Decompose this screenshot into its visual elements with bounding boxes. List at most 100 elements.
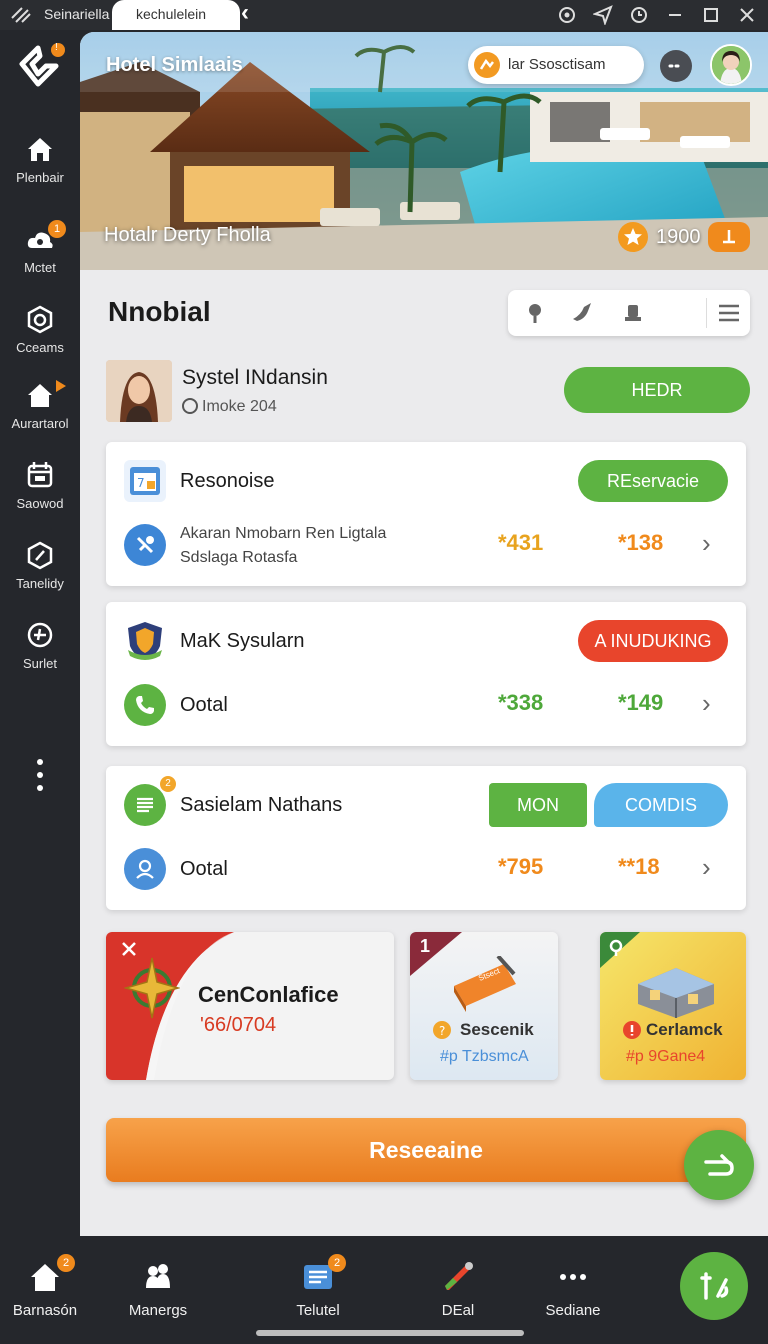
nav-label: DEal: [441, 1302, 475, 1319]
calendar-icon: [27, 462, 53, 488]
card-value-1: *431: [498, 530, 544, 555]
house-icon: [28, 384, 52, 407]
tool-icon: [124, 524, 166, 566]
nav-label: Sediane: [545, 1302, 601, 1319]
user-icon: [124, 848, 166, 890]
camera-icon: [27, 305, 53, 334]
logo-badge: !: [55, 42, 58, 53]
reservacie-button[interactable]: REservacie: [578, 460, 728, 502]
promo-title: CenConlafice: [198, 982, 339, 1007]
bottom-nav: 2 Barnasón Manergs 2 Telutel DEal Sedian…: [0, 1236, 768, 1344]
share-fab[interactable]: [684, 1130, 754, 1200]
chat-icon[interactable]: [660, 50, 692, 82]
sidebar-item-tanelidy[interactable]: Tanelidy: [0, 540, 80, 602]
sidebar-item-aurartarol[interactable]: Aurartarol: [0, 380, 80, 442]
tab-active[interactable]: kechulelein: [112, 0, 240, 30]
bottom-nav-item-barnason[interactable]: 2 Barnasón: [0, 1254, 95, 1319]
promo-card-cerlamck[interactable]: Cerlamck #p 9Gane4: [600, 932, 746, 1080]
card-description: Akaran Nmobarn Ren Ligtala Sdslaga Rotas…: [180, 522, 386, 570]
shield-crest-icon: [124, 620, 166, 662]
nav-label: Telutel: [296, 1302, 340, 1319]
reserve-cta-button[interactable]: Reseeaine: [106, 1118, 746, 1182]
nathans-card[interactable]: 2 Sasielam Nathans MON COMDIS Ootal *795…: [106, 766, 746, 910]
svg-text:7: 7: [137, 476, 145, 490]
badge-count: 1: [48, 220, 66, 238]
sidebar-item-saowod[interactable]: Saowod: [0, 460, 80, 522]
window-controls: [554, 2, 760, 28]
globe-icon: [27, 622, 53, 648]
rating-display: 1900: [618, 222, 701, 252]
search-brand-icon: [474, 52, 500, 78]
seat-icon[interactable]: [618, 298, 648, 328]
sidebar-item-cceams[interactable]: Cceams: [0, 304, 80, 366]
corner-number: 1: [420, 936, 431, 956]
bird-icon[interactable]: [568, 298, 598, 328]
search-input[interactable]: lar Ssosctisam: [468, 46, 644, 84]
section-title: Nnobial: [108, 296, 211, 327]
download-icon: [723, 230, 735, 244]
card-value-1: *338: [498, 690, 544, 715]
back-arrow-icon[interactable]: ‹: [232, 0, 258, 30]
mon-button[interactable]: MON: [489, 783, 587, 827]
badge-count: 2: [328, 1254, 346, 1272]
settings-icon[interactable]: [554, 2, 580, 28]
user-avatar[interactable]: [710, 44, 752, 86]
maximize-icon[interactable]: [698, 2, 724, 28]
download-button[interactable]: [708, 222, 750, 252]
badge-count: 2: [160, 776, 176, 792]
hero-banner[interactable]: Hotel Simlaais lar Ssosctisam Hotalr Der…: [80, 32, 768, 270]
app-logo[interactable]: !: [16, 42, 66, 94]
bottom-nav-item-sediane[interactable]: Sediane: [523, 1260, 623, 1319]
ticket-icon: [454, 956, 516, 1012]
promo-card-sescenik[interactable]: 1 Stsect ? Sescenik #p TzbsmcA: [410, 932, 558, 1080]
nav-label: Barnasón: [12, 1302, 78, 1319]
card-title: Resonoise: [180, 470, 275, 492]
induking-button[interactable]: A INUDUKING: [578, 620, 728, 662]
close-icon[interactable]: [734, 2, 760, 28]
chevron-right-icon[interactable]: ›: [702, 528, 722, 558]
sysularn-card[interactable]: MaK Sysularn A INUDUKING Ootal *338 *149…: [106, 602, 746, 746]
card-line-1: Ootal: [180, 694, 228, 716]
bottom-nav-item-telutel[interactable]: 2 Telutel: [268, 1254, 368, 1319]
comdis-button[interactable]: COMDIS: [594, 783, 728, 827]
bottom-nav-item-deal[interactable]: DEal: [408, 1260, 508, 1319]
reservation-card[interactable]: 7 Resonoise REservacie Akaran Nmobarn Re…: [106, 442, 746, 586]
pen-icon: [445, 1262, 473, 1290]
hedr-button[interactable]: HEDR: [564, 367, 750, 413]
info-icon: ?: [433, 1021, 451, 1039]
title-bar: Seinariella kechulelein ‹: [0, 0, 768, 30]
pin-icon[interactable]: [520, 298, 550, 328]
card-value-2: **18: [618, 854, 660, 879]
sidebar-item-plenbair[interactable]: Plenbair: [0, 134, 80, 196]
sidebar-item-surlet[interactable]: Surlet: [0, 620, 80, 682]
star-icon: [618, 222, 648, 252]
compass-star-icon: [124, 957, 180, 1019]
home-indicator: [256, 1330, 524, 1336]
history-icon[interactable]: [626, 2, 652, 28]
quick-action-fab[interactable]: [680, 1252, 748, 1320]
sidebar: ! Plenbair 1 Mctet Cceams Aurartarol Sao…: [0, 30, 80, 1236]
more-vertical-icon[interactable]: [36, 758, 44, 792]
clock-icon: [182, 398, 198, 414]
card-value-2: *138: [618, 530, 664, 555]
chevron-right-icon[interactable]: ›: [702, 688, 722, 718]
people-icon: [146, 1264, 170, 1288]
hero-caption: Hotalr Derty Fholla: [104, 224, 271, 246]
card-value-1: *795: [498, 854, 544, 879]
send-icon[interactable]: [590, 2, 616, 28]
card-line-1: Ootal: [180, 858, 228, 880]
sidebar-item-label: Mctet: [24, 260, 56, 275]
minimize-icon[interactable]: [662, 2, 688, 28]
hero-title: Hotel Simlaais: [106, 54, 243, 76]
grip-icon[interactable]: [10, 4, 32, 24]
sidebar-item-mctet[interactable]: 1 Mctet: [0, 220, 80, 286]
profile-photo[interactable]: [106, 360, 172, 422]
main-panel: Hotel Simlaais lar Ssosctisam Hotalr Der…: [80, 32, 768, 1236]
promo-card-conference[interactable]: CenConlafice '66/0704: [106, 932, 394, 1080]
menu-icon[interactable]: [714, 298, 744, 328]
more-icon: [560, 1274, 586, 1280]
bottom-nav-item-manergs[interactable]: Manergs: [108, 1260, 208, 1319]
promo-sub: #p TzbsmcA: [440, 1048, 529, 1065]
sidebar-item-label: Saowod: [16, 496, 64, 511]
chevron-right-icon[interactable]: ›: [702, 852, 722, 882]
